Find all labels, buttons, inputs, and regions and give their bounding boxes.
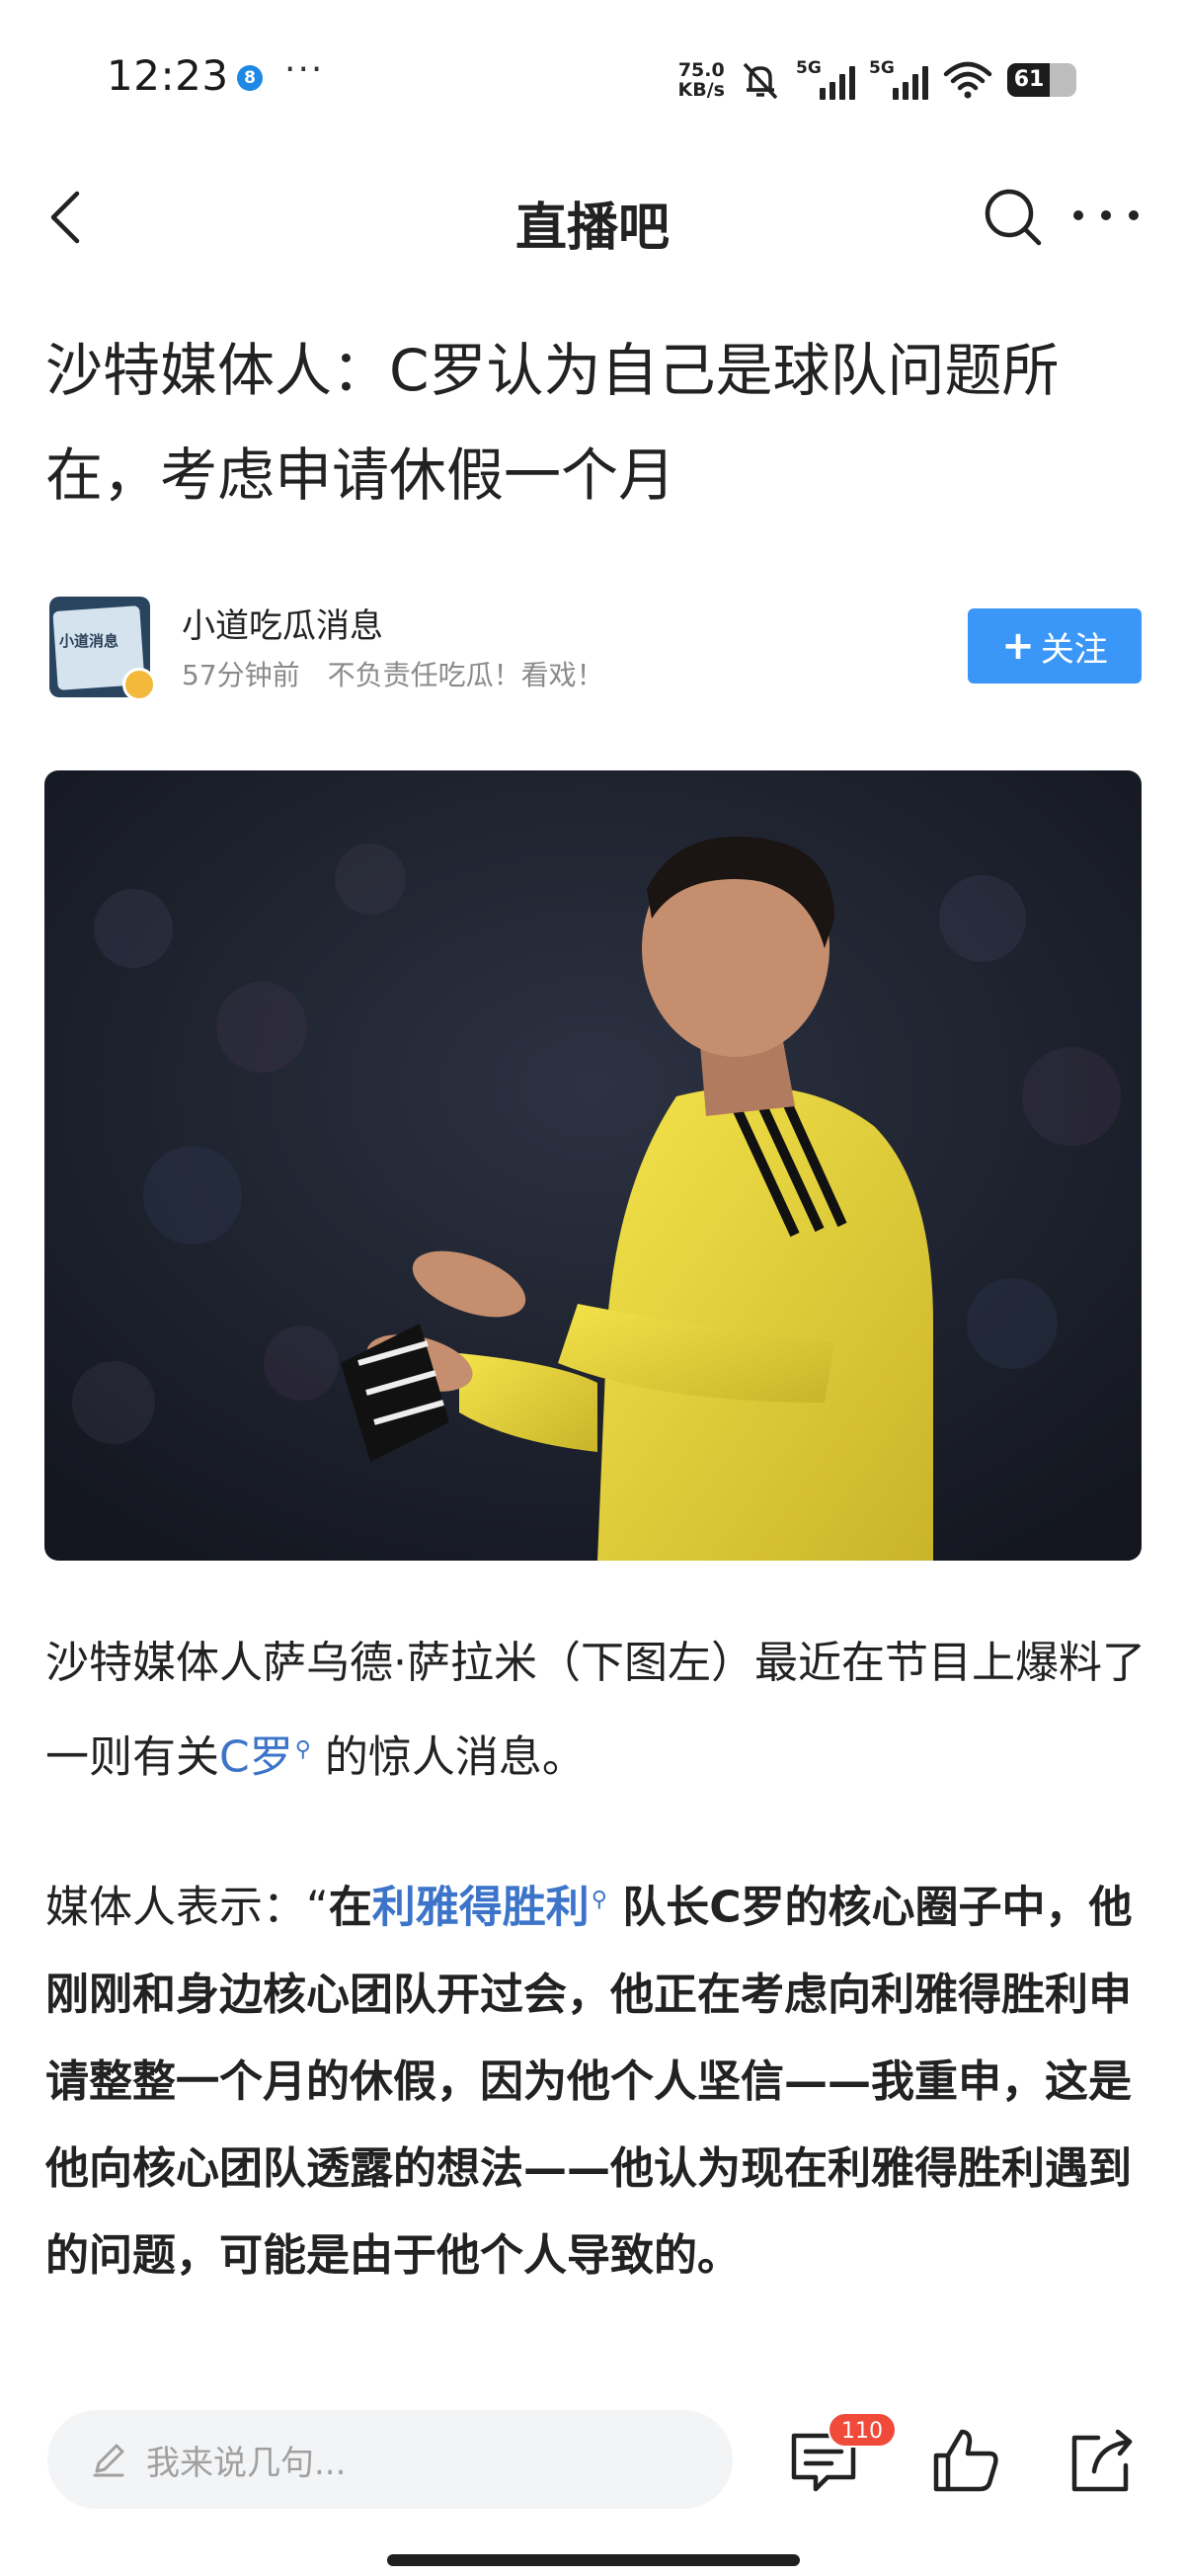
author-name[interactable]: 小道吃瓜消息 [182,599,383,647]
plus-icon: + [1001,623,1035,669]
like-icon[interactable] [928,2424,1003,2499]
cellular-signal-icon-2: 5G [869,58,928,100]
app-notification-icon: 8 [237,65,263,91]
author-avatar[interactable]: 小道消息 [49,597,156,701]
paragraph-1-text: 沙特媒体人萨乌德·萨拉米（下图左）最近在节目上爆料了一则有关 [45,1638,1146,1783]
publish-time: 57分钟前 [182,659,300,691]
status-time: 12:23 [107,51,229,100]
article-photo[interactable] [44,770,1142,1561]
paragraph-1-text-end: 的惊人消息。 [310,1731,586,1783]
network-speed-unit: KB/s [677,79,725,101]
comment-placeholder: 我来说几句... [146,2443,347,2483]
article-paragraph-1: 沙特媒体人萨乌德·萨拉米（下图左）最近在节目上爆料了一则有关C罗⚲ 的惊人消息。 [45,1620,1146,1802]
comment-input[interactable]: 我来说几句... [47,2410,733,2509]
link-al-nassr[interactable]: 利雅得胜利 [372,1883,590,1933]
follow-button[interactable]: + 关注 [968,608,1142,684]
verified-badge-icon [122,668,156,701]
link-c-ronaldo[interactable]: C罗 [219,1732,293,1783]
more-options-icon[interactable] [1066,182,1146,247]
paragraph-2-text: 在 [328,1882,372,1933]
comment-count-badge: 110 [828,2412,897,2448]
author-meta: 57分钟前 不负责任吃瓜！看戏！ [182,654,604,693]
mute-icon [743,62,778,100]
pencil-icon [93,2444,124,2477]
network-type-1: 5G [796,58,822,78]
network-speed-value: 75.0 [677,59,725,81]
battery-icon: 61 [1007,63,1076,97]
network-type-2: 5G [869,58,895,78]
cellular-signal-icon: 5G [796,58,855,100]
bottom-action-bar: 我来说几句... 110 [0,2390,1185,2576]
status-bar: 12:23 8 ··· 75.0 KB/s 5G 5G 61 [0,0,1185,148]
battery-level: 61 [1013,67,1045,92]
search-small-icon[interactable]: ⚲ [295,1707,311,1794]
wifi-icon [943,61,992,99]
avatar-text: 小道消息 [59,632,119,650]
share-icon[interactable] [1065,2424,1140,2499]
home-indicator[interactable] [387,2554,800,2566]
follow-label: 关注 [1040,629,1108,670]
paragraph-2-text-end: 队长C罗的核心圈子中，他刚刚和身边核心团队开过会，他正在考虑向利雅得胜利申请整整… [45,1882,1133,2281]
more-notifications-icon: ··· [284,49,325,90]
search-small-icon[interactable]: ⚲ [592,1857,607,1944]
search-icon[interactable] [980,184,1045,249]
top-nav-bar: 直播吧 [0,168,1185,267]
paragraph-2-lead: 媒体人表示：“ [45,1882,329,1933]
status-indicators: 75.0 KB/s 5G 5G 61 [678,55,1076,105]
article-paragraph-2: 媒体人表示：“在利雅得胜利⚲ 队长C罗的核心圈子中，他刚刚和身边核心团队开过会，… [45,1857,1146,2299]
article-title: 沙特媒体人：C罗认为自己是球队问题所在，考虑申请休假一个月 [45,337,1060,509]
network-speed: 75.0 KB/s [678,60,725,100]
author-signature: 不负责任吃瓜！看戏！ [327,659,604,691]
